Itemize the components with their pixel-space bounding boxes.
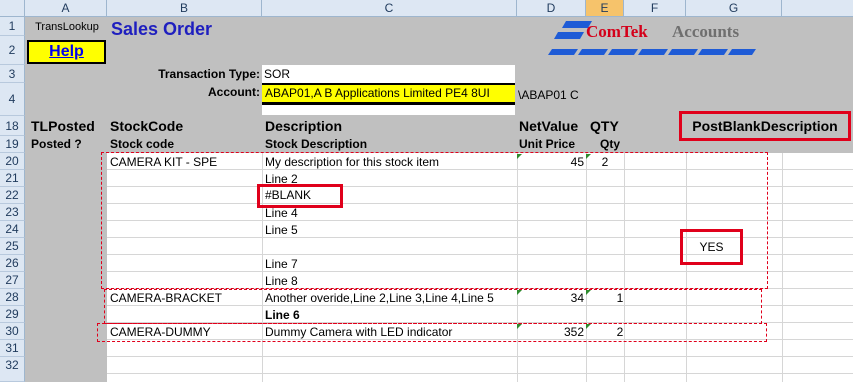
transaction-type-field[interactable]: SOR — [264, 66, 290, 82]
header-qty: QTY — [590, 118, 619, 134]
column-header-f[interactable]: F — [624, 0, 686, 17]
row-header[interactable]: 32 — [0, 357, 25, 382]
account-code: \ABAP01 C — [518, 88, 579, 102]
gridline — [782, 153, 783, 382]
transaction-type-label: Transaction Type: — [158, 67, 260, 81]
row-header[interactable]: 22 — [0, 187, 25, 204]
column-header-e[interactable]: E — [586, 0, 624, 17]
row-header[interactable]: 24 — [0, 221, 25, 238]
header-description: Description — [265, 118, 343, 134]
row-header[interactable]: 1 — [0, 17, 25, 36]
header-description-sub: Stock Description — [265, 137, 368, 151]
select-all-corner[interactable] — [0, 0, 25, 17]
header-tlposted: TLPosted — [31, 118, 95, 134]
gridline — [107, 356, 853, 357]
account-label: Account: — [208, 85, 260, 99]
row-header[interactable]: 20 — [0, 153, 25, 170]
header-posted: Posted ? — [31, 137, 82, 151]
row-header[interactable]: 23 — [0, 204, 25, 221]
column-header-b[interactable]: B — [107, 0, 262, 17]
row-header[interactable]: 27 — [0, 272, 25, 289]
line-group-outline — [97, 323, 767, 342]
header-qty-sub: Qty — [600, 137, 621, 151]
row-header[interactable]: 28 — [0, 289, 25, 306]
row-header[interactable]: 26 — [0, 255, 25, 272]
column-header-c[interactable]: C — [262, 0, 517, 17]
column-header-blank — [782, 0, 853, 17]
gridline — [107, 373, 853, 374]
header-netvalue: NetValue — [519, 118, 579, 134]
row-header[interactable]: 30 — [0, 323, 25, 340]
row-header[interactable]: 4 — [0, 83, 25, 116]
header-stockcode: StockCode — [110, 118, 184, 134]
line-group-outline — [104, 289, 762, 324]
row-header[interactable]: 31 — [0, 340, 25, 357]
translookup-button[interactable]: TransLookup — [27, 19, 107, 35]
row-header[interactable]: 21 — [0, 170, 25, 187]
row-header[interactable]: 3 — [0, 65, 25, 83]
header-unitprice: Unit Price — [519, 137, 576, 151]
comtek-logo: ComTek Accounts — [548, 18, 758, 58]
header-stockcode-sub: Stock code — [110, 137, 175, 151]
logo-text-comtek: ComTek — [586, 22, 648, 41]
row-header[interactable]: 19 — [0, 136, 25, 153]
row-header[interactable]: 2 — [0, 36, 25, 65]
header-postblank: PostBlankDescription — [679, 111, 851, 141]
column-header-d[interactable]: D — [517, 0, 586, 17]
line-group-outline — [101, 152, 768, 289]
row-header[interactable]: 25 — [0, 238, 25, 255]
page-title: Sales Order — [111, 19, 213, 39]
logo-text-accounts: Accounts — [672, 22, 740, 41]
row-header[interactable]: 29 — [0, 306, 25, 323]
help-link[interactable]: Help — [27, 40, 106, 64]
column-header-a[interactable]: A — [25, 0, 107, 17]
row-header[interactable]: 18 — [0, 116, 25, 136]
column-header-g[interactable]: G — [686, 0, 782, 17]
column-a-grey-area — [25, 153, 107, 382]
account-field[interactable]: ABAP01,A B Applications Limited PE4 8UI — [262, 83, 515, 105]
